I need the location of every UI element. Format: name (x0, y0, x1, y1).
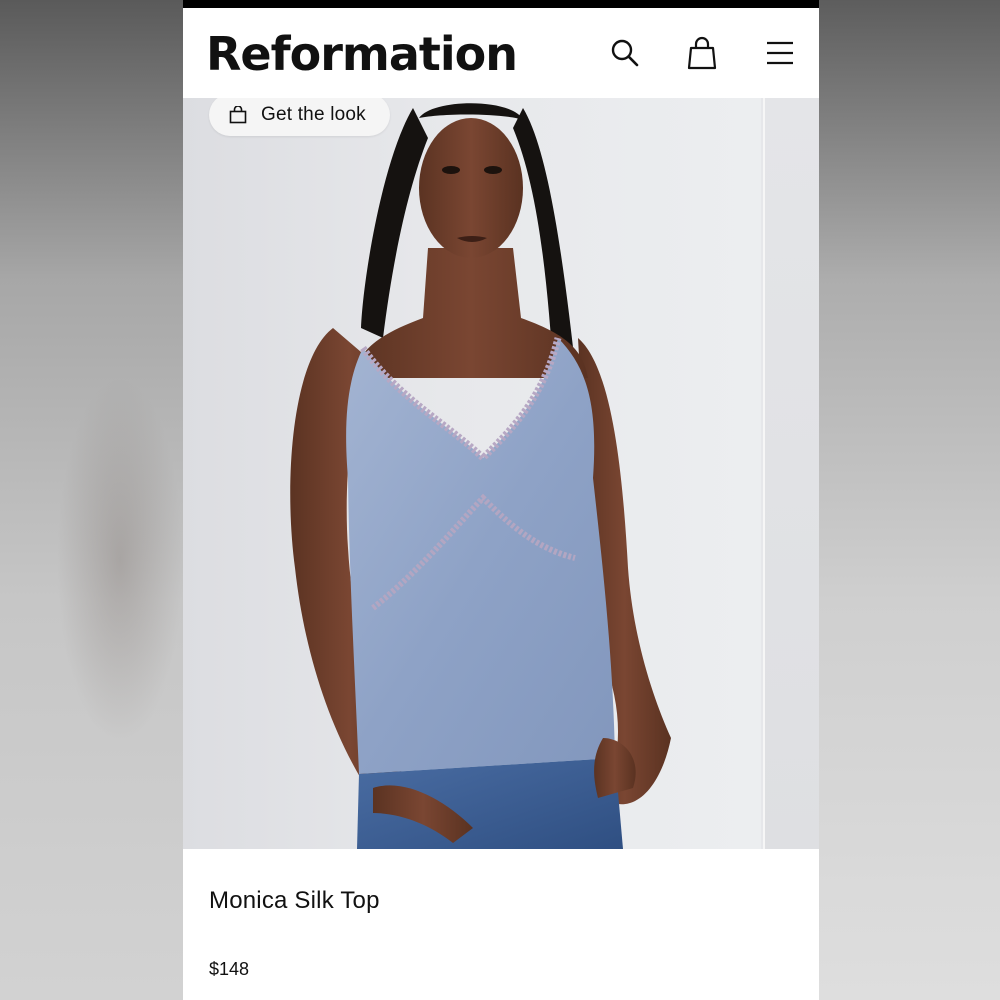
hamburger-menu-icon (767, 41, 793, 65)
cart-button[interactable] (685, 36, 719, 70)
phone-screen: Reformation Get the look Monica Silk Top… (183, 0, 819, 1000)
search-icon (611, 39, 639, 67)
shopping-bag-icon (687, 36, 717, 70)
shopping-bag-icon (229, 106, 247, 124)
product-price: $148 (209, 959, 250, 979)
blurred-background-right (819, 0, 1000, 1000)
menu-button[interactable] (763, 36, 797, 70)
get-the-look-label: Get the look (261, 104, 366, 125)
product-name[interactable]: Monica Silk Top (209, 887, 380, 915)
brand-logo[interactable]: Reformation (206, 26, 518, 82)
site-header: Reformation (183, 8, 819, 98)
status-bar (183, 0, 819, 8)
model-illustration (290, 103, 671, 849)
product-photo[interactable] (183, 98, 761, 849)
get-the-look-button[interactable]: Get the look (209, 98, 390, 136)
product-image-carousel[interactable]: Get the look (183, 98, 819, 849)
product-info: Monica Silk Top $148 (183, 849, 819, 1000)
search-button[interactable] (608, 36, 642, 70)
blurred-background-left (0, 0, 183, 1000)
next-product-photo-peek[interactable] (763, 98, 819, 849)
